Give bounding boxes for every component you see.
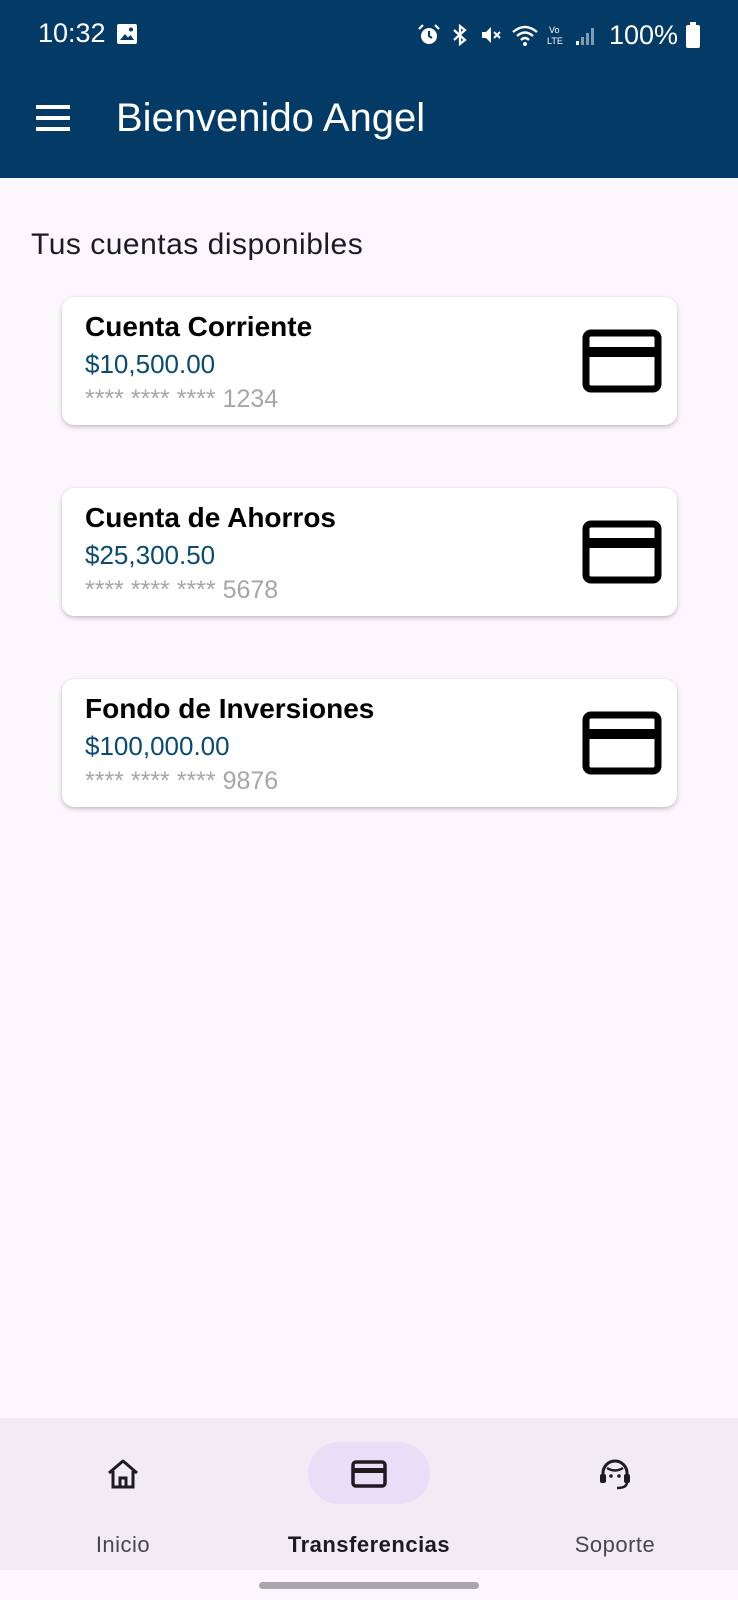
credit-card-icon	[582, 520, 662, 584]
wifi-icon	[512, 25, 538, 46]
battery-percentage: 100%	[608, 19, 678, 50]
account-name: Cuenta Corriente	[85, 311, 313, 342]
credit-card-icon	[351, 1460, 387, 1488]
svg-text:Vo: Vo	[549, 25, 560, 35]
nav-item-soporte[interactable]: Soporte	[492, 1418, 738, 1570]
credit-card-icon	[582, 329, 662, 393]
status-icons: Vo LTE 100%	[417, 18, 700, 52]
nav-item-transferencias[interactable]: Transferencias	[246, 1418, 492, 1570]
svg-text:LTE: LTE	[547, 36, 563, 46]
menu-icon[interactable]	[34, 100, 74, 136]
account-card-ahorros[interactable]: Cuenta de Ahorros $25,300.50 **** **** *…	[62, 488, 677, 616]
account-balance: $10,500.00	[85, 349, 216, 379]
bottom-navigation: Inicio Transferencias Soporte	[0, 1418, 738, 1570]
status-bar: 10:32 Vo LTE 100%	[0, 0, 738, 70]
gallery-icon	[117, 24, 137, 44]
nav-label: Soporte	[574, 1532, 656, 1557]
account-name: Cuenta de Ahorros	[85, 502, 336, 533]
account-balance: $25,300.50	[85, 540, 216, 570]
account-card-inversiones[interactable]: Fondo de Inversiones $100,000.00 **** **…	[62, 679, 677, 807]
account-card-corriente[interactable]: Cuenta Corriente $10,500.00 **** **** **…	[62, 297, 677, 425]
account-number: **** **** **** 5678	[85, 576, 279, 604]
signal-icon	[575, 28, 594, 45]
support-agent-icon	[600, 1459, 630, 1490]
account-number: **** **** **** 9876	[85, 767, 279, 795]
home-icon	[108, 1459, 138, 1489]
volte-icon: Vo LTE	[547, 25, 563, 46]
page-title: Bienvenido Angel	[116, 96, 426, 140]
top-app-bar: 10:32 Vo LTE 100% Bienvenido Angel	[0, 0, 738, 178]
nav-item-inicio[interactable]: Inicio	[0, 1418, 246, 1570]
account-name: Fondo de Inversiones	[85, 693, 375, 724]
mute-icon	[481, 27, 501, 43]
credit-card-icon	[582, 711, 662, 775]
gesture-handle[interactable]	[259, 1582, 479, 1589]
section-title: Tus cuentas disponibles	[31, 228, 364, 261]
alarm-icon	[418, 24, 440, 44]
account-balance: $100,000.00	[85, 731, 230, 761]
battery-icon	[686, 22, 700, 48]
bluetooth-icon	[453, 23, 467, 47]
status-time: 10:32	[38, 18, 106, 48]
account-number: **** **** **** 1234	[85, 385, 279, 413]
nav-label: Inicio	[95, 1532, 151, 1557]
nav-label: Transferencias	[287, 1532, 451, 1557]
